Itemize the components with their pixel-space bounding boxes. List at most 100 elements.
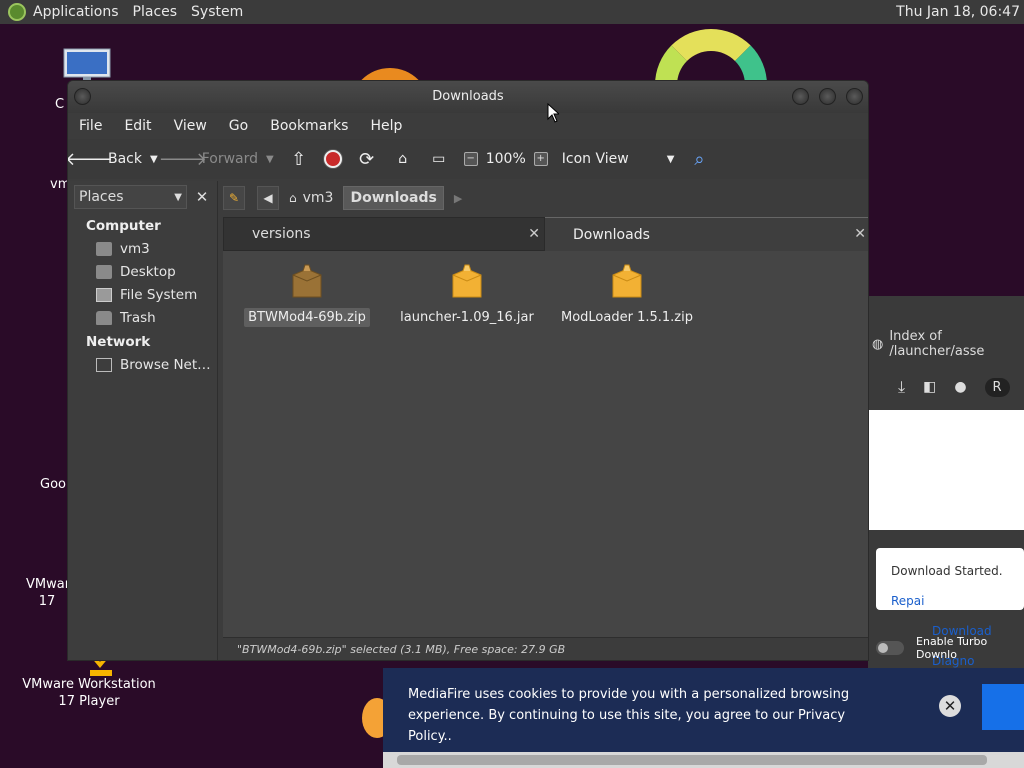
title-bar[interactable]: Downloads <box>68 81 868 113</box>
maximize-button[interactable] <box>819 88 836 105</box>
place-desktop[interactable]: Desktop <box>68 260 217 283</box>
horizontal-scrollbar[interactable] <box>383 752 1024 768</box>
zoom-in-icon[interactable]: + <box>533 152 548 166</box>
stop-button[interactable] <box>323 150 342 168</box>
file-item[interactable]: ModLoader 1.5.1.zip <box>547 263 707 327</box>
desktop-label-vmware-1[interactable]: VMware 17 <box>26 576 78 610</box>
place-file-system[interactable]: File System <box>68 283 217 306</box>
place-label: vm3 <box>120 240 150 257</box>
tab-versions[interactable]: versions ✕ <box>223 217 545 251</box>
place-trash[interactable]: Trash <box>68 306 217 329</box>
edit-location-button[interactable]: ✎ <box>223 186 245 210</box>
reload-button[interactable]: ⟳ <box>356 149 378 170</box>
toolbar: 🡐 Back ▼ 🡒 Forward ▼ ⇧ ⟳ ⌂ ▭ − 100% + Ic… <box>68 139 868 179</box>
cookie-text: MediaFire uses cookies to provide you wi… <box>408 687 850 744</box>
desktop-label-vmware-player[interactable]: VMware Workstation 17 Player <box>20 676 158 710</box>
desktop-label-computer[interactable]: C <box>55 96 64 113</box>
view-mode-select[interactable]: Icon View ▼ <box>562 151 675 167</box>
back-history-dropdown-icon[interactable]: ▼ <box>150 154 158 165</box>
menu-help[interactable]: Help <box>359 118 413 134</box>
notification-text: Download Started. <box>891 564 1003 578</box>
file-manager-window: Downloads File Edit View Go Bookmarks He… <box>67 80 869 661</box>
place-label: Browse Net… <box>120 356 211 373</box>
zoom-out-icon[interactable]: − <box>463 152 478 166</box>
menu-go[interactable]: Go <box>218 118 259 134</box>
chevron-left-icon: ◀ <box>263 191 273 205</box>
chevron-right-icon[interactable]: ▶ <box>454 192 462 205</box>
menu-bookmarks[interactable]: Bookmarks <box>259 118 359 134</box>
back-label: Back <box>108 151 142 167</box>
place-label: Trash <box>120 309 156 326</box>
desktop-label-vmware-player-line1: VMware Workstation <box>22 677 156 692</box>
desktop-label-vmware-1-line2: 17 <box>38 594 56 609</box>
file-name: launcher-1.09_16.jar <box>400 310 534 325</box>
up-button[interactable]: ⇧ <box>288 149 310 170</box>
desktop-folder-icon <box>96 264 112 279</box>
file-item[interactable]: launcher-1.09_16.jar <box>387 263 547 327</box>
location-bar: ✎ ◀ ⌂ vm3 Downloads ▶ <box>223 185 462 211</box>
icon-view[interactable]: BTWMod4-69b.zip launcher-1.09_16.jar Mod… <box>223 251 868 637</box>
forward-label: Forward <box>201 151 259 167</box>
file-item[interactable]: BTWMod4-69b.zip <box>227 263 387 327</box>
side-panel-close-icon[interactable]: ✕ <box>193 188 211 206</box>
minimize-button[interactable] <box>792 88 809 105</box>
archive-package-icon <box>612 264 642 298</box>
breadcrumb-left-button[interactable]: ◀ <box>257 186 279 210</box>
place-browse-network[interactable]: Browse Net… <box>68 353 217 376</box>
computer-button[interactable]: ▭ <box>428 151 450 167</box>
tab-bar: versions ✕ Downloads ✕ <box>223 217 868 251</box>
close-button[interactable] <box>846 88 863 105</box>
breadcrumb-label: vm3 <box>302 190 334 206</box>
distro-logo-icon[interactable] <box>8 3 26 21</box>
menu-places[interactable]: Places <box>126 4 185 20</box>
sidebar-icon[interactable]: ◧ <box>923 379 936 395</box>
breadcrumb-label: Downloads <box>350 190 437 206</box>
side-panel-dropdown-value: Places <box>79 189 124 205</box>
browser-partial-button[interactable]: R <box>984 377 1010 397</box>
forward-history-dropdown-icon[interactable]: ▼ <box>266 154 274 165</box>
browser-toolbar: ⤓ ◧ ● R <box>868 370 1024 404</box>
up-arrow-icon: ⇧ <box>291 148 307 170</box>
cookie-close-button[interactable]: ✕ <box>939 695 961 717</box>
place-vm3[interactable]: vm3 <box>68 237 217 260</box>
turbo-label: Enable Turbo Downlo <box>916 635 988 661</box>
pencil-icon: ✎ <box>228 191 240 205</box>
profile-icon[interactable]: ● <box>954 379 966 395</box>
desktop-label-vmware-player-line2: 17 Player <box>58 694 120 709</box>
menu-view[interactable]: View <box>163 118 218 134</box>
clock[interactable]: Thu Jan 18, 06:47 <box>896 4 1024 20</box>
section-computer: Computer <box>86 218 161 234</box>
turbo-row: Enable Turbo Downlo <box>876 635 1024 661</box>
chevron-down-icon: ▼ <box>174 191 182 203</box>
back-button[interactable]: 🡐 Back ▼ <box>68 149 158 170</box>
home-button[interactable]: ⌂ <box>392 151 414 167</box>
menu-edit[interactable]: Edit <box>113 118 162 134</box>
menu-applications[interactable]: Applications <box>26 4 126 20</box>
file-name: ModLoader 1.5.1.zip <box>561 310 693 325</box>
archive-package-icon <box>452 264 482 298</box>
turbo-toggle[interactable] <box>876 641 905 655</box>
tab-downloads[interactable]: Downloads ✕ <box>545 217 868 251</box>
status-bar: "BTWMod4-69b.zip" selected (3.1 MB), Fre… <box>223 637 868 660</box>
menu-system[interactable]: System <box>184 4 250 20</box>
computer-desktop-icon[interactable] <box>63 48 111 84</box>
browser-window: ◍ Index of /launcher/asse ⤓ ◧ ● R Downlo… <box>868 296 1024 668</box>
forward-button[interactable]: 🡒 Forward ▼ <box>159 149 274 170</box>
tab-close-icon[interactable]: ✕ <box>854 226 866 242</box>
zoom-control: − 100% + <box>463 151 548 167</box>
breadcrumb-downloads[interactable]: Downloads <box>343 186 444 210</box>
scrollbar-thumb[interactable] <box>397 755 987 765</box>
menu-file[interactable]: File <box>68 118 113 134</box>
address-bar[interactable]: ◍ Index of /launcher/asse <box>868 326 1024 362</box>
cookie-accept-button[interactable] <box>982 684 1024 730</box>
zoom-level: 100% <box>485 151 526 167</box>
cookie-banner: MediaFire uses cookies to provide you wi… <box>383 668 1024 768</box>
breadcrumb-vm3[interactable]: ⌂ vm3 <box>283 186 339 210</box>
desktop-label-google[interactable]: Goo <box>40 476 66 493</box>
search-button[interactable]: ⌕ <box>688 149 710 170</box>
search-icon: ⌕ <box>694 148 705 170</box>
repair-link[interactable]: Repai <box>891 594 925 608</box>
download-icon[interactable]: ⤓ <box>898 377 905 397</box>
tab-close-icon[interactable]: ✕ <box>528 226 540 242</box>
side-panel-dropdown[interactable]: Places ▼ <box>74 185 187 209</box>
